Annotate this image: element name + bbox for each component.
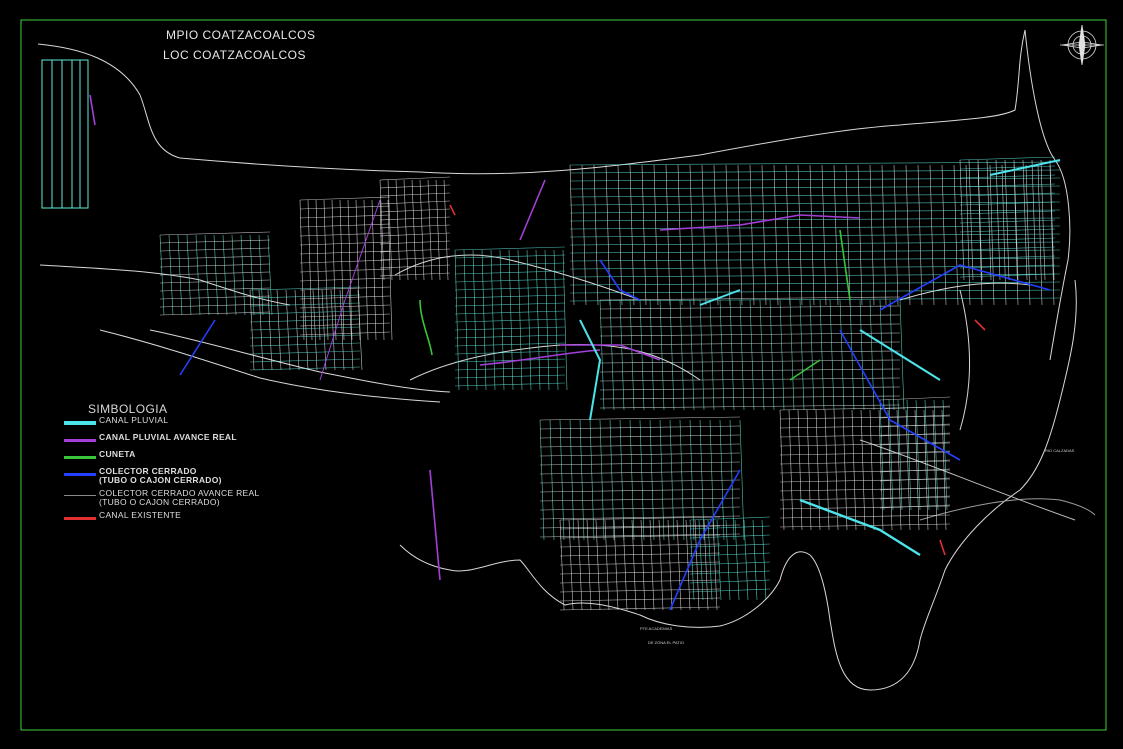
legend-swatch: [64, 456, 96, 459]
legend-swatch: [64, 495, 96, 496]
title-localidad: LOC COATZACOALCOS: [163, 48, 306, 62]
legend-label: COLECTOR CERRADO (TUBO O CAJON CERRADO): [99, 466, 222, 485]
legend-row: CUNETA: [64, 450, 324, 467]
legend-heading: SIMBOLOGIA: [88, 402, 168, 416]
legend-label: CANAL PLUVIAL AVANCE REAL: [99, 432, 237, 442]
legend-row: CANAL EXISTENTE: [64, 511, 324, 528]
legend-row: CANAL PLUVIAL: [64, 416, 324, 433]
legend-swatch: [64, 439, 96, 442]
title-municipio: MPIO COATZACOALCOS: [166, 28, 316, 42]
north-arrow-icon: [1060, 24, 1104, 66]
legend-label: CANAL EXISTENTE: [99, 510, 182, 520]
legend-row: COLECTOR CERRADO (TUBO O CAJON CERRADO): [64, 467, 324, 489]
legend-swatch: [64, 473, 96, 476]
legend: SIMBOLOGIA CANAL PLUVIAL CANAL PLUVIAL A…: [64, 402, 324, 528]
legend-label: COLECTOR CERRADO AVANCE REAL (TUBO O CAJ…: [99, 488, 260, 507]
coastline: [37, 29, 1096, 691]
legend-row: CANAL PLUVIAL AVANCE REAL: [64, 433, 324, 450]
legend-swatch: [64, 421, 96, 425]
legend-swatch: [64, 517, 96, 520]
street-network: [159, 156, 1061, 611]
legend-label: CANAL PLUVIAL: [99, 415, 169, 425]
map-label-c: RIO CALZADAS: [1045, 448, 1075, 453]
map-label-a: PTE ACADEMIAS: [640, 626, 673, 631]
west-subdivision: [41, 59, 89, 209]
drainage-network: [89, 94, 1061, 611]
map-canvas: [20, 19, 1107, 731]
map-label-b: DE ZONA EL PATIO: [648, 640, 684, 645]
legend-label: CUNETA: [99, 449, 136, 459]
legend-row: COLECTOR CERRADO AVANCE REAL (TUBO O CAJ…: [64, 489, 324, 511]
